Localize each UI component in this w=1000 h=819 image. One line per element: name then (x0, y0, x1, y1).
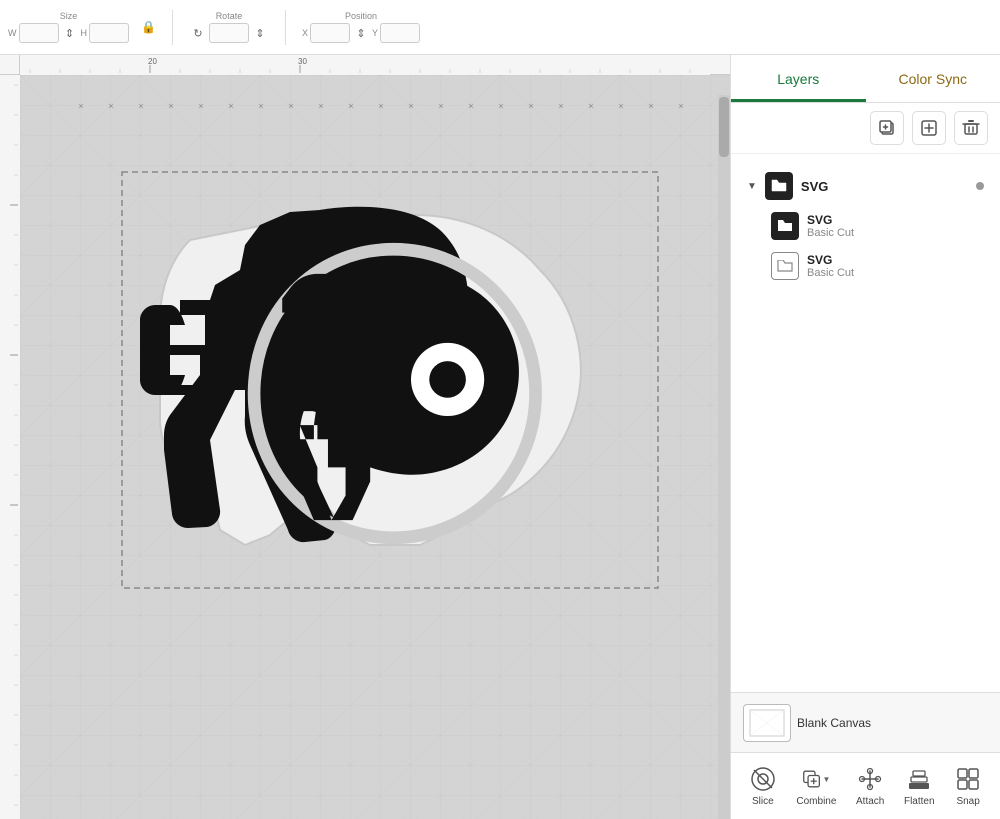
slice-label: Slice (752, 796, 774, 807)
ruler-horizontal: 20 30 (0, 55, 730, 75)
lock-icon[interactable]: 🔒 (141, 20, 156, 34)
panel-toolbar (731, 103, 1000, 154)
rotate-icon[interactable]: ↻ (189, 24, 207, 42)
svg-text:20: 20 (148, 57, 157, 66)
layers-list: ▼ SVG (731, 154, 1000, 692)
top-toolbar: Size W ⇕ H 🔒 Rotate ↻ ⇕ Position X ⇕ Y (0, 0, 1000, 55)
panel-tabs: Layers Color Sync (731, 55, 1000, 103)
height-input[interactable] (89, 23, 129, 43)
y-label: Y (372, 28, 378, 38)
snap-label: Snap (956, 796, 979, 807)
position-inputs: X ⇕ Y (302, 23, 420, 43)
layer-item-info-2: SVG Basic Cut (807, 253, 854, 279)
add-button[interactable] (912, 111, 946, 145)
rotate-label: Rotate (216, 11, 243, 21)
layer-item-sub-2: Basic Cut (807, 267, 854, 279)
size-inputs: W ⇕ H (8, 23, 129, 43)
combine-icon: ▼ (802, 765, 830, 793)
design-canvas-container[interactable] (20, 75, 730, 819)
h-label: H (81, 28, 88, 38)
attach-label: Attach (856, 796, 884, 807)
combine-dropdown-chevron[interactable]: ▼ (822, 775, 830, 784)
layer-group-header[interactable]: ▼ SVG (743, 166, 988, 206)
canvas-scrollbar[interactable] (718, 95, 730, 819)
layer-visibility-dot (976, 182, 984, 190)
layer-item-icon-2 (771, 252, 799, 280)
flatten-button[interactable]: Flatten (898, 761, 941, 811)
slice-button[interactable]: Slice (743, 761, 783, 811)
position-arrows-icon[interactable]: ⇕ (352, 24, 370, 42)
snap-icon (954, 765, 982, 793)
divider-1 (172, 10, 173, 45)
bottom-canvas-bar: Blank Canvas (731, 692, 1000, 752)
slice-icon (749, 765, 777, 793)
combine-label: Combine (796, 796, 836, 807)
list-item[interactable]: SVG Basic Cut (767, 206, 988, 246)
w-label: W (8, 28, 17, 38)
ruler-vertical (0, 55, 20, 819)
blank-canvas-thumbnail (743, 704, 791, 742)
duplicate-button[interactable] (870, 111, 904, 145)
layer-item-icon-1 (771, 212, 799, 240)
tab-color-sync[interactable]: Color Sync (866, 55, 1000, 102)
size-arrows-icon[interactable]: ⇕ (61, 24, 79, 42)
layer-group-name: SVG (801, 179, 828, 194)
layer-item-name-2: SVG (807, 253, 854, 267)
scrollbar-thumb[interactable] (719, 97, 729, 157)
panel-bottom-actions: Slice ▼ Combine (731, 752, 1000, 819)
flatten-label: Flatten (904, 796, 935, 807)
canvas-area[interactable]: 20 30 (0, 55, 730, 819)
blank-canvas-label: Blank Canvas (797, 716, 871, 730)
combine-button[interactable]: ▼ Combine (790, 761, 842, 811)
list-item[interactable]: SVG Basic Cut (767, 246, 988, 286)
position-group: Position X ⇕ Y (302, 11, 420, 43)
rotate-group: Rotate ↻ ⇕ (189, 11, 269, 43)
x-input[interactable] (310, 23, 350, 43)
rotate-inputs: ↻ ⇕ (189, 23, 269, 43)
tab-layers[interactable]: Layers (731, 55, 866, 102)
ruler-corner (0, 55, 20, 75)
divider-2 (285, 10, 286, 45)
chevron-down-icon: ▼ (747, 181, 757, 192)
layer-items: SVG Basic Cut SVG Basic C (767, 206, 988, 286)
rotate-input[interactable] (209, 23, 249, 43)
x-label: X (302, 28, 308, 38)
svg-text:30: 30 (298, 57, 307, 66)
main-area: 20 30 (0, 55, 1000, 819)
attach-button[interactable]: Attach (850, 761, 890, 811)
rotate-arrows-icon[interactable]: ⇕ (251, 24, 269, 42)
layer-item-info-1: SVG Basic Cut (807, 213, 854, 239)
layer-item-name-1: SVG (807, 213, 854, 227)
flatten-icon (905, 765, 933, 793)
y-input[interactable] (380, 23, 420, 43)
layer-group-icon (765, 172, 793, 200)
delete-button[interactable] (954, 111, 988, 145)
attach-icon (856, 765, 884, 793)
layer-group-svg: ▼ SVG (731, 162, 1000, 290)
width-input[interactable] (19, 23, 59, 43)
size-group: Size W ⇕ H (8, 11, 129, 43)
design-object[interactable] (120, 170, 660, 590)
position-label: Position (345, 11, 377, 21)
size-label: Size (60, 11, 78, 21)
right-panel: Layers Color Sync (730, 55, 1000, 819)
snap-button[interactable]: Snap (948, 761, 988, 811)
layer-item-sub-1: Basic Cut (807, 227, 854, 239)
